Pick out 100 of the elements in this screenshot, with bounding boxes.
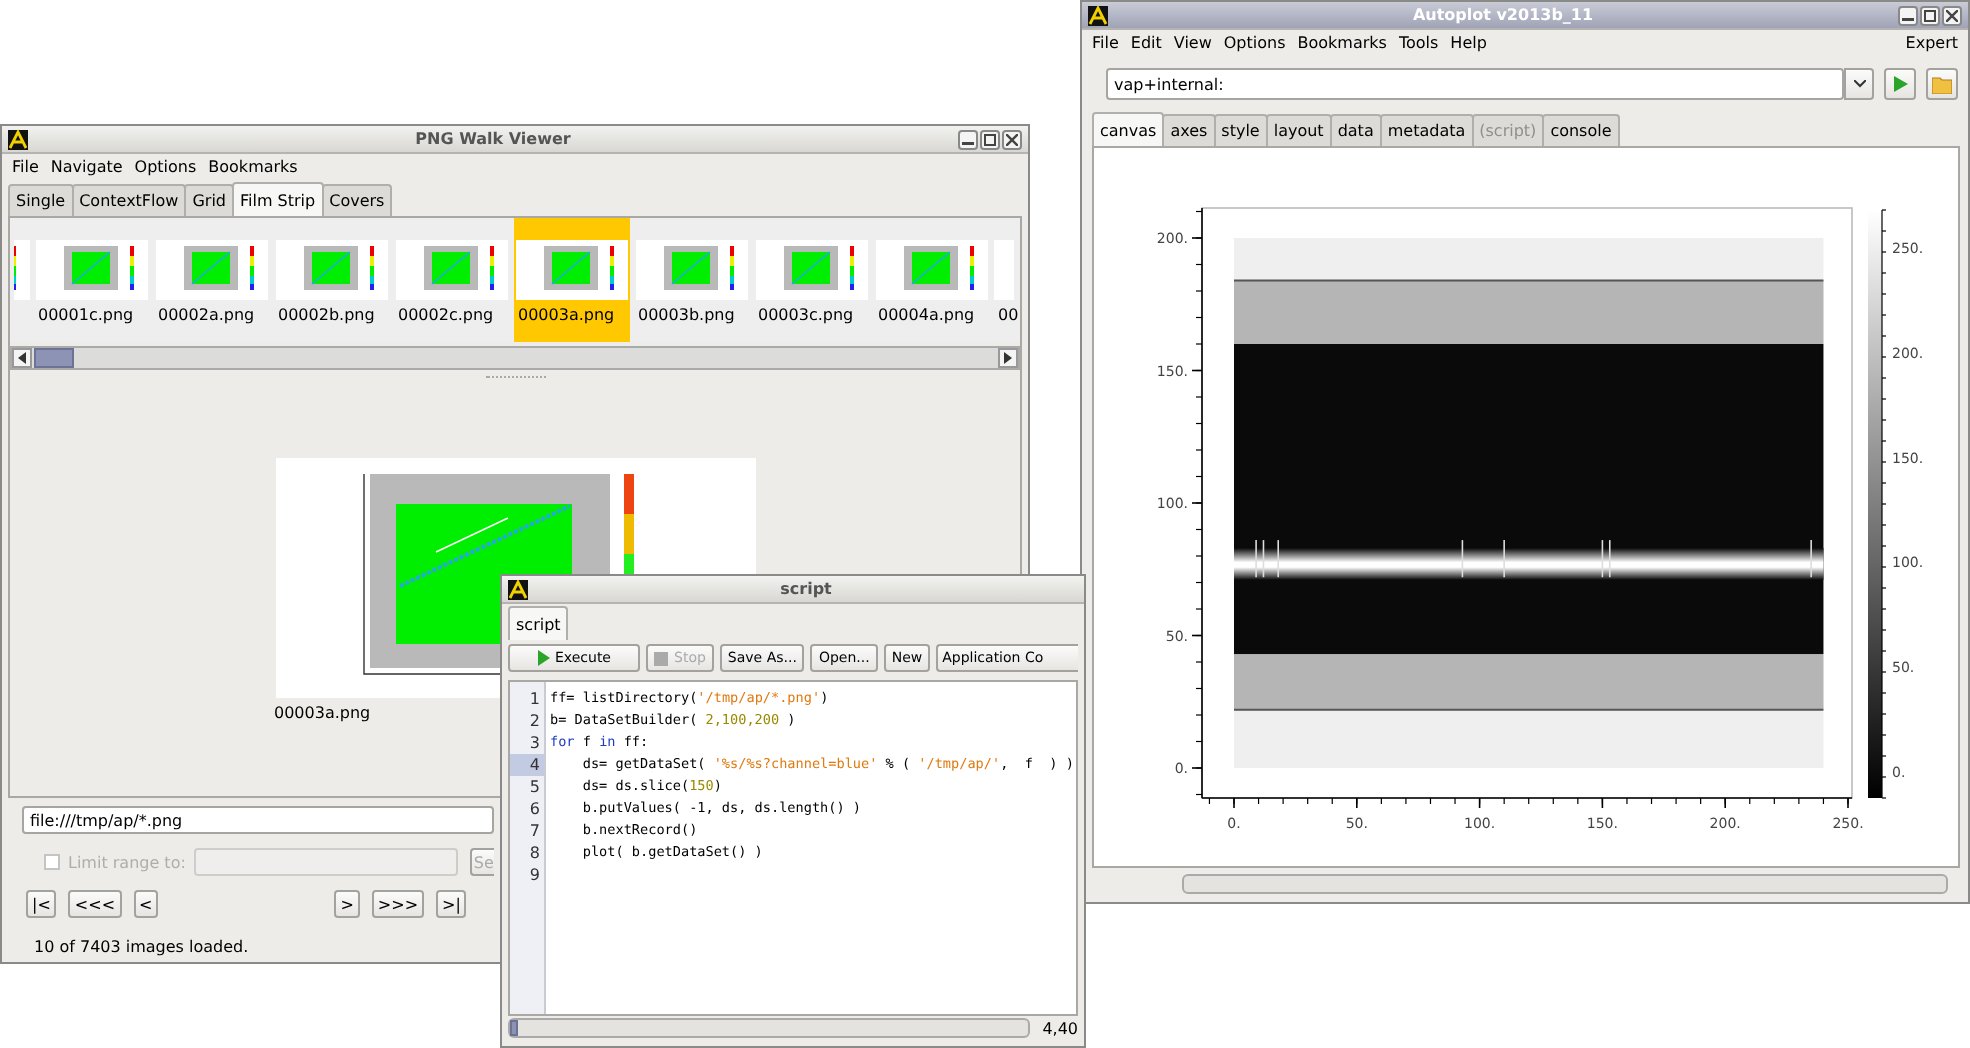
tab[interactable]: ContextFlow <box>71 184 187 216</box>
thumbnail[interactable]: 00004a.png <box>874 218 990 342</box>
menu-item[interactable]: Options <box>1223 33 1286 51</box>
thumbnail[interactable]: 00003c.png <box>754 218 870 342</box>
open-button[interactable] <box>1926 68 1958 100</box>
play-icon <box>537 650 549 666</box>
tab[interactable]: metadata <box>1379 114 1474 146</box>
nav-button[interactable]: > <box>334 890 360 918</box>
maximize-icon <box>1924 9 1936 21</box>
thumbnail[interactable]: 00001c.png <box>34 218 150 342</box>
maximize-icon <box>984 133 996 145</box>
tab[interactable]: Covers <box>321 184 393 216</box>
line-number: 6 <box>527 798 542 820</box>
thumbnail-image <box>14 240 30 300</box>
line-number: 4 <box>510 754 544 776</box>
caret-icon <box>1853 80 1865 88</box>
menu-item[interactable]: Options <box>134 157 197 175</box>
thumbnail-image <box>276 240 388 300</box>
thumbnail[interactable]: 00002b.png <box>274 218 390 342</box>
menu-item[interactable]: File <box>1092 33 1119 51</box>
tab[interactable]: data <box>1329 114 1382 146</box>
tab[interactable]: Single <box>8 184 74 216</box>
scroll-right-button[interactable] <box>998 348 1018 368</box>
thumbnail[interactable]: 00002a.png <box>154 218 270 342</box>
horizontal-scrollbar[interactable] <box>10 346 1020 370</box>
scrollbar-thumb[interactable] <box>34 348 74 368</box>
horizontal-scrollbar[interactable] <box>1182 874 1948 894</box>
tab[interactable]: script <box>508 606 569 640</box>
menu-item[interactable]: Bookmarks <box>208 157 298 175</box>
menu-item[interactable]: View <box>1173 33 1212 51</box>
dropdown-button[interactable] <box>1844 68 1874 100</box>
folder-icon <box>1932 75 1952 93</box>
window-title: Autoplot v2013b_11 <box>1410 6 1596 24</box>
close-button[interactable] <box>1002 129 1022 149</box>
thumbnail-image <box>756 240 868 300</box>
line-number: 2 <box>527 710 542 732</box>
window-title: PNG Walk Viewer <box>413 130 573 148</box>
caret-position: 4,40 <box>1042 1019 1078 1037</box>
close-button[interactable] <box>1942 5 1962 25</box>
nav-button[interactable]: < <box>133 890 159 918</box>
thumbnail[interactable]: 00003b.png <box>634 218 750 342</box>
tab[interactable]: console <box>1542 114 1620 146</box>
line-number: 3 <box>527 732 542 754</box>
close-icon <box>1946 9 1958 21</box>
line-number: 1 <box>527 688 542 710</box>
thumbnail[interactable]: 00 <box>994 218 1020 342</box>
nav-button[interactable]: >>> <box>371 890 425 918</box>
line-number: 8 <box>527 842 542 864</box>
address-field[interactable]: file:///tmp/ap/*.png <box>22 806 494 834</box>
maximize-button[interactable] <box>980 129 1000 149</box>
nav-button[interactable]: >| <box>436 890 467 918</box>
range-field[interactable] <box>193 848 458 876</box>
line-number: 5 <box>527 776 542 798</box>
nav-button[interactable]: |< <box>26 890 57 918</box>
thumbnail[interactable]: 00002c.png <box>394 218 510 342</box>
splitter-handle[interactable] <box>485 376 545 378</box>
horizontal-scrollbar[interactable] <box>508 1018 1031 1038</box>
line-number: 9 <box>527 864 542 886</box>
tab[interactable]: canvas <box>1092 112 1165 146</box>
logo-icon <box>1088 5 1108 25</box>
stop-icon <box>654 651 668 665</box>
plot-button[interactable] <box>1884 68 1916 100</box>
thumbnail[interactable]: 00003a.png <box>514 218 630 342</box>
scroll-left-button[interactable] <box>12 348 32 368</box>
tab[interactable]: Film Strip <box>232 182 324 216</box>
menu-item[interactable]: Tools <box>1398 33 1439 51</box>
line-number: 7 <box>527 820 542 842</box>
logo-icon <box>8 129 28 149</box>
window-title: script <box>778 580 834 598</box>
thumbnail-image <box>636 240 748 300</box>
thumbnail-image <box>516 240 628 300</box>
menu-item[interactable]: File <box>12 157 39 175</box>
left-arrow-icon <box>18 352 26 364</box>
tab[interactable]: style <box>1213 114 1268 146</box>
tab[interactable]: axes <box>1162 114 1216 146</box>
status-text: 10 of 7403 images loaded. <box>34 938 251 956</box>
play-icon <box>1893 76 1907 92</box>
mode-label[interactable]: Expert <box>1905 33 1958 51</box>
image-caption: 00003a.png <box>274 704 371 722</box>
thumbnail-image <box>36 240 148 300</box>
minimize-button[interactable] <box>958 129 978 149</box>
minimize-button[interactable] <box>1898 5 1918 25</box>
tab[interactable]: Grid <box>184 184 234 216</box>
menu-item[interactable]: Bookmarks <box>1297 33 1387 51</box>
scrollbar-thumb[interactable] <box>510 1020 518 1036</box>
maximize-button[interactable] <box>1920 5 1940 25</box>
nav-button[interactable]: <<< <box>68 890 122 918</box>
menu-item[interactable]: Navigate <box>50 157 123 175</box>
menu-item[interactable]: Edit <box>1130 33 1162 51</box>
right-arrow-icon <box>1004 352 1012 364</box>
checkbox-label: Limit range to: <box>68 853 186 871</box>
logo-icon <box>508 579 528 599</box>
menu-item[interactable]: Help <box>1450 33 1487 51</box>
close-icon <box>1006 133 1018 145</box>
tab[interactable]: layout <box>1265 114 1332 146</box>
thumbnail-image <box>396 240 508 300</box>
code-editor[interactable] <box>508 680 1078 1016</box>
uri-field[interactable]: vap+internal: <box>1106 68 1844 100</box>
thumbnail-image <box>156 240 268 300</box>
thumbnail-image <box>876 240 988 300</box>
